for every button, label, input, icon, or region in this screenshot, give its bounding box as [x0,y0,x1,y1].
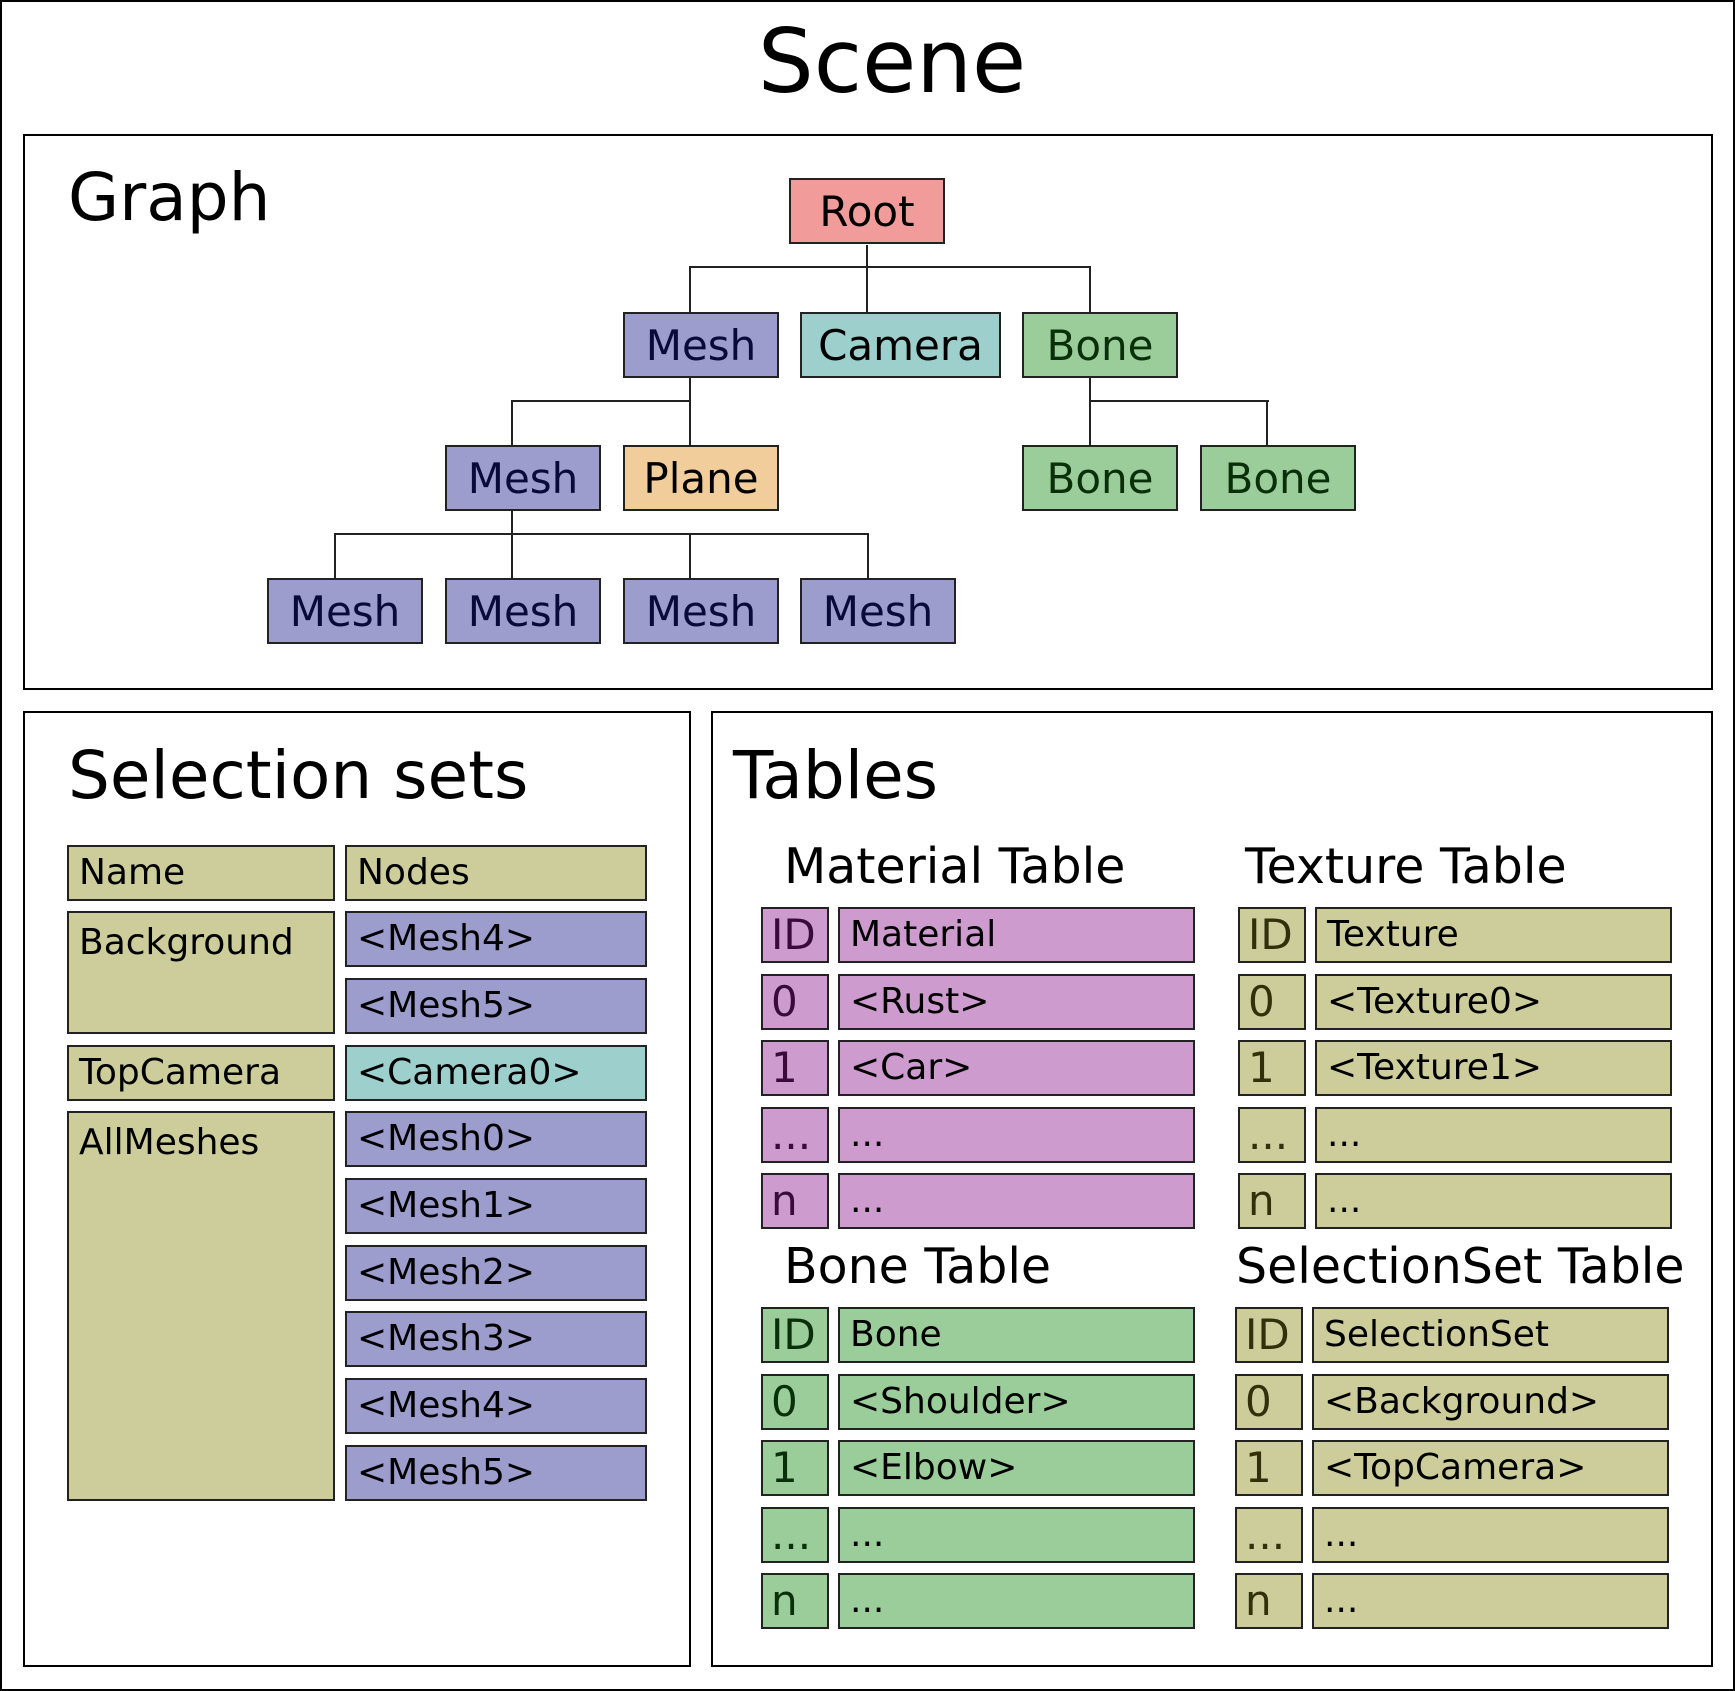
material-table-row-id: 0 [761,974,829,1030]
selection-sets-header-name: Name [67,845,335,901]
bone-table-row-value: ... [838,1507,1195,1563]
texture-table-row-value: <Texture1> [1315,1040,1672,1096]
edge [1089,266,1091,312]
material-table-row-id: ... [761,1107,829,1163]
selection-set-node: <Mesh4> [345,911,647,967]
texture-table-row-id: ... [1238,1107,1306,1163]
texture-table-row-id: 0 [1238,974,1306,1030]
graph-node-mesh: Mesh [445,578,601,644]
selectionset-table-row-id: ... [1235,1507,1303,1563]
selectionset-table-row-value: <TopCamera> [1312,1440,1669,1496]
selectionset-table-row-id: n [1235,1573,1303,1629]
graph-node-mesh: Mesh [445,445,601,511]
graph-node-mesh: Mesh [267,578,423,644]
selection-set-name: TopCamera [67,1045,335,1101]
edge [689,378,691,401]
selection-set-node: <Mesh3> [345,1311,647,1367]
graph-node-bone: Bone [1022,445,1178,511]
edge [1089,400,1269,402]
selection-set-node: <Mesh2> [345,1245,647,1301]
graph-node-mesh: Mesh [623,312,779,378]
selection-set-name: Background [67,911,335,1034]
selectionset-table-title: SelectionSet Table [1236,1238,1685,1295]
material-table-header-value: Material [838,907,1195,963]
material-table-row-value: ... [838,1107,1195,1163]
graph-node-plane: Plane [623,445,779,511]
material-table-row-value: <Car> [838,1040,1195,1096]
selection-set-node: <Mesh5> [345,1445,647,1501]
edge [511,400,513,445]
graph-node-mesh: Mesh [623,578,779,644]
selectionset-table-row-value: ... [1312,1573,1669,1629]
tables-title: Tables [733,737,939,814]
edge [866,266,868,312]
graph-node-camera: Camera [800,312,1001,378]
edge [689,400,691,445]
edge [867,533,869,578]
selectionset-table-header-value: SelectionSet [1312,1307,1669,1363]
graph-node-bone: Bone [1022,312,1178,378]
selectionset-table-row-id: 1 [1235,1440,1303,1496]
selectionset-table-row-value: ... [1312,1507,1669,1563]
bone-table-row-id: ... [761,1507,829,1563]
edge [511,511,513,534]
selection-sets-header-nodes: Nodes [345,845,647,901]
bone-table-row-value: <Shoulder> [838,1374,1195,1430]
bone-table-title: Bone Table [784,1238,1052,1295]
texture-table-row-id: 1 [1238,1040,1306,1096]
texture-table-row-value: <Texture0> [1315,974,1672,1030]
material-table-row-id: 1 [761,1040,829,1096]
selection-set-node: <Camera0> [345,1045,647,1101]
selectionset-table-row-id: 0 [1235,1374,1303,1430]
graph-node-mesh: Mesh [800,578,956,644]
edge [1266,400,1268,445]
material-table-row-value: ... [838,1173,1195,1229]
scene-title: Scene [757,10,1027,113]
selection-set-node: <Mesh4> [345,1378,647,1434]
material-table-title: Material Table [784,838,1126,895]
edge [334,533,869,535]
texture-table-header-id: ID [1238,907,1306,963]
edge [689,533,691,578]
material-table-row-id: n [761,1173,829,1229]
bone-table-header-id: ID [761,1307,829,1363]
texture-table-row-value: ... [1315,1173,1672,1229]
selectionset-table-header-id: ID [1235,1307,1303,1363]
graph-title: Graph [68,159,271,236]
bone-table-row-value: ... [838,1573,1195,1629]
bone-table-row-id: 1 [761,1440,829,1496]
edge [689,266,1091,268]
graph-node-bone: Bone [1200,445,1356,511]
selection-set-node: <Mesh1> [345,1178,647,1234]
selectionset-table-row-value: <Background> [1312,1374,1669,1430]
edge [866,245,868,267]
selection-set-name: AllMeshes [67,1111,335,1501]
material-table-header-id: ID [761,907,829,963]
texture-table-row-value: ... [1315,1107,1672,1163]
texture-table-row-id: n [1238,1173,1306,1229]
graph-node-root: Root [789,178,945,244]
selection-set-node: <Mesh0> [345,1111,647,1167]
bone-table-row-id: n [761,1573,829,1629]
bone-table-header-value: Bone [838,1307,1195,1363]
selection-sets-title: Selection sets [68,737,529,814]
material-table-row-value: <Rust> [838,974,1195,1030]
edge [689,266,691,312]
edge [1089,378,1091,445]
edge [334,533,336,578]
edge [511,400,691,402]
texture-table-header-value: Texture [1315,907,1672,963]
edge [511,533,513,578]
bone-table-row-value: <Elbow> [838,1440,1195,1496]
selection-set-node: <Mesh5> [345,978,647,1034]
texture-table-title: Texture Table [1245,838,1567,895]
bone-table-row-id: 0 [761,1374,829,1430]
